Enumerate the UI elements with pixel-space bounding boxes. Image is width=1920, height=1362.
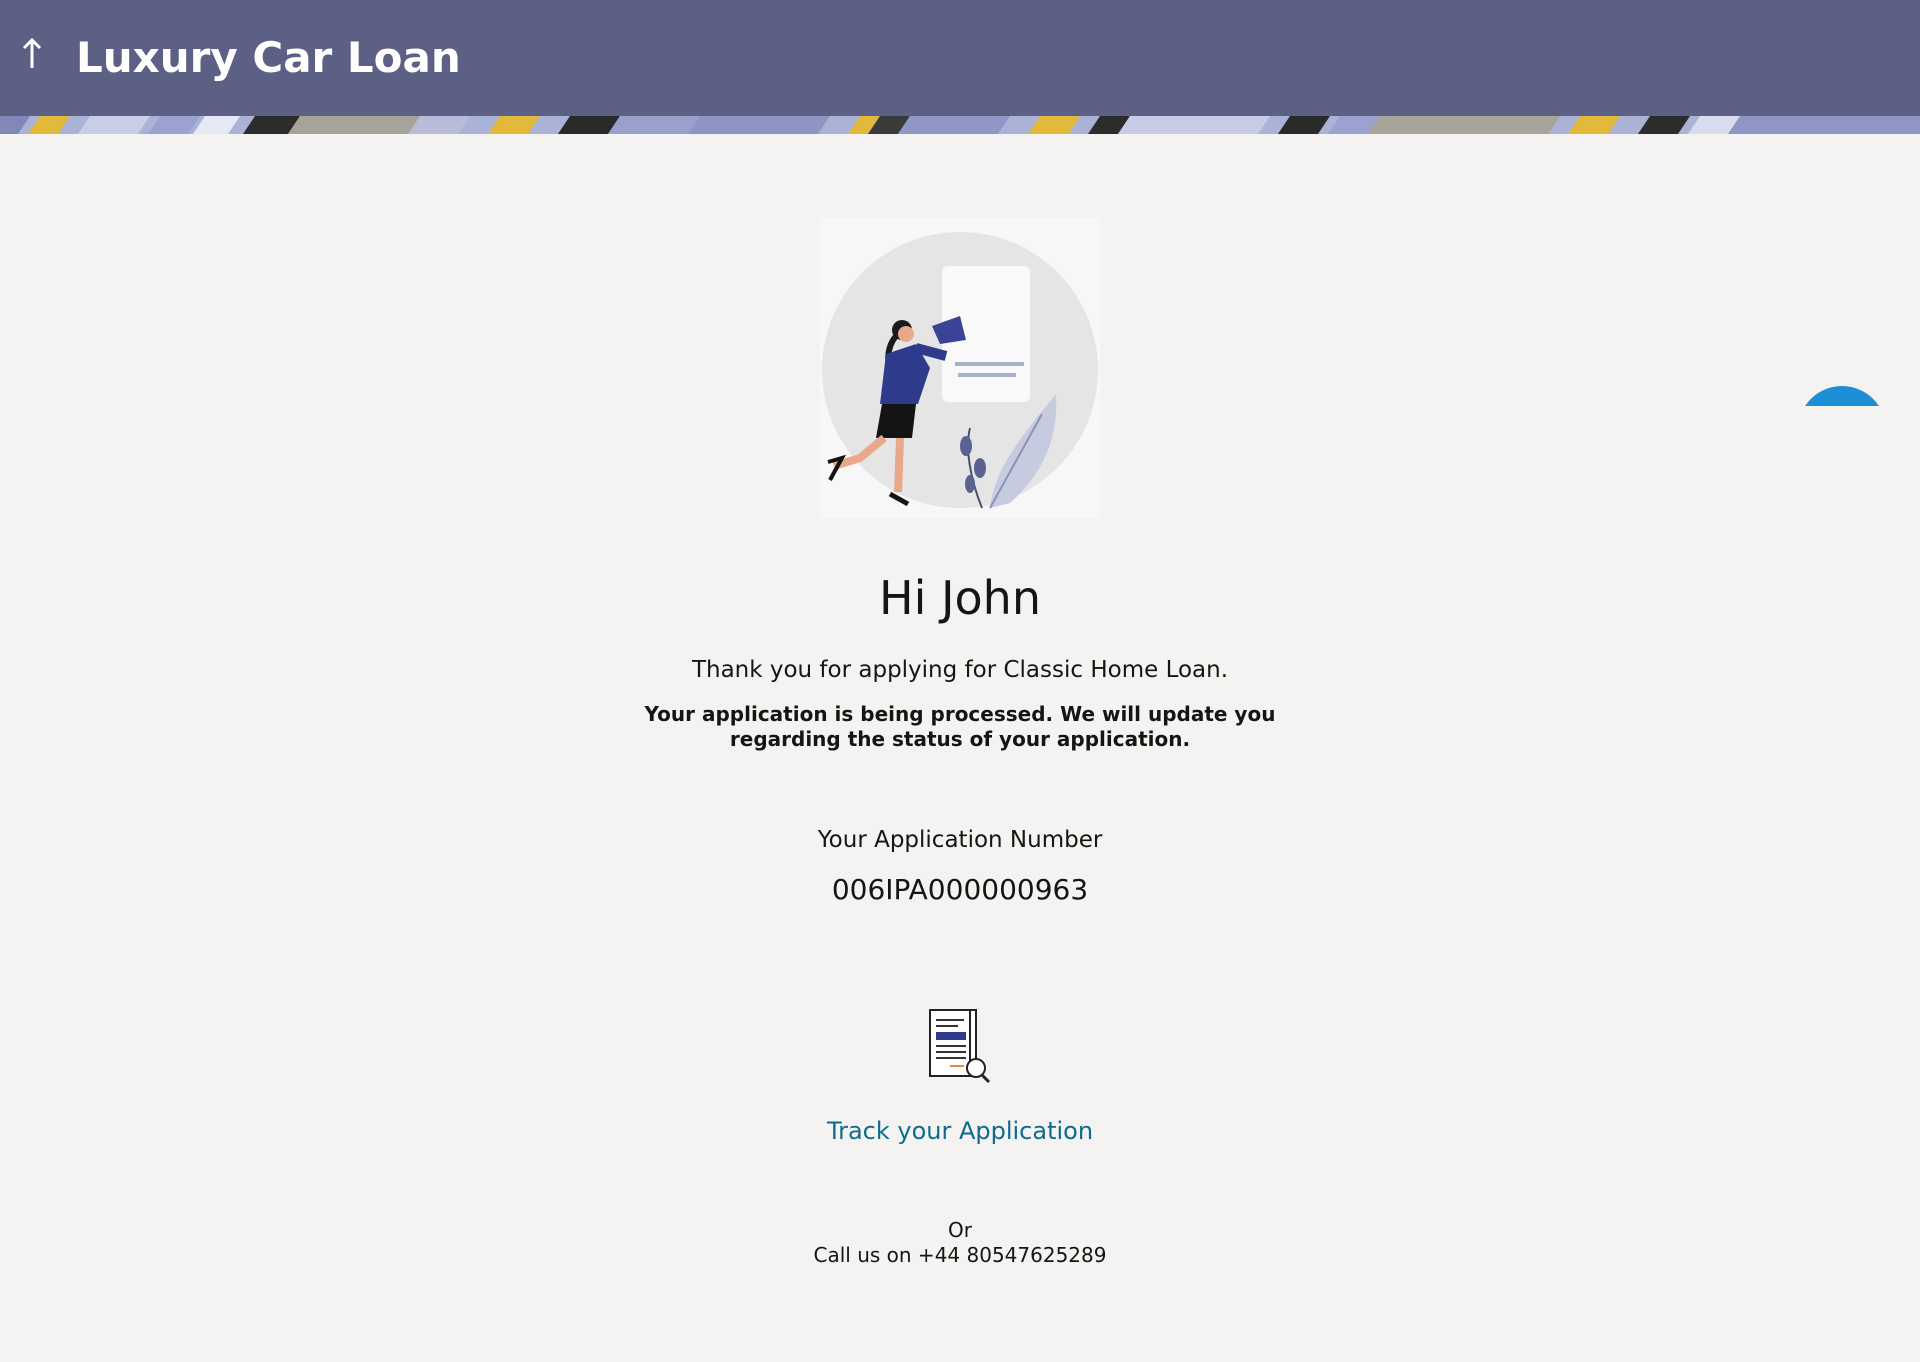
or-separator: Or xyxy=(948,1218,972,1242)
processing-message: Your application is being processed. We … xyxy=(644,702,1276,751)
application-number-label: Your Application Number xyxy=(817,827,1103,853)
application-number-value: 006IPA000000963 xyxy=(831,873,1089,906)
chat-fab-button[interactable] xyxy=(1798,386,1886,406)
greeting-heading: Hi John xyxy=(878,571,1041,625)
header-decorative-pattern xyxy=(0,116,1920,134)
arrow-up-icon xyxy=(22,37,42,68)
document-search-icon[interactable] xyxy=(924,1006,994,1084)
track-application-link[interactable]: Track your Application xyxy=(0,1114,1920,1148)
back-button[interactable] xyxy=(14,30,50,76)
call-us-text: Call us on +44 80547625289 xyxy=(813,1243,1107,1267)
page-title: Luxury Car Loan xyxy=(76,33,461,82)
thank-you-message: Thank you for applying for Classic Home … xyxy=(691,657,1229,683)
page-header: Luxury Car Loan xyxy=(0,0,1920,134)
woman-with-megaphone-illustration xyxy=(820,218,1100,518)
